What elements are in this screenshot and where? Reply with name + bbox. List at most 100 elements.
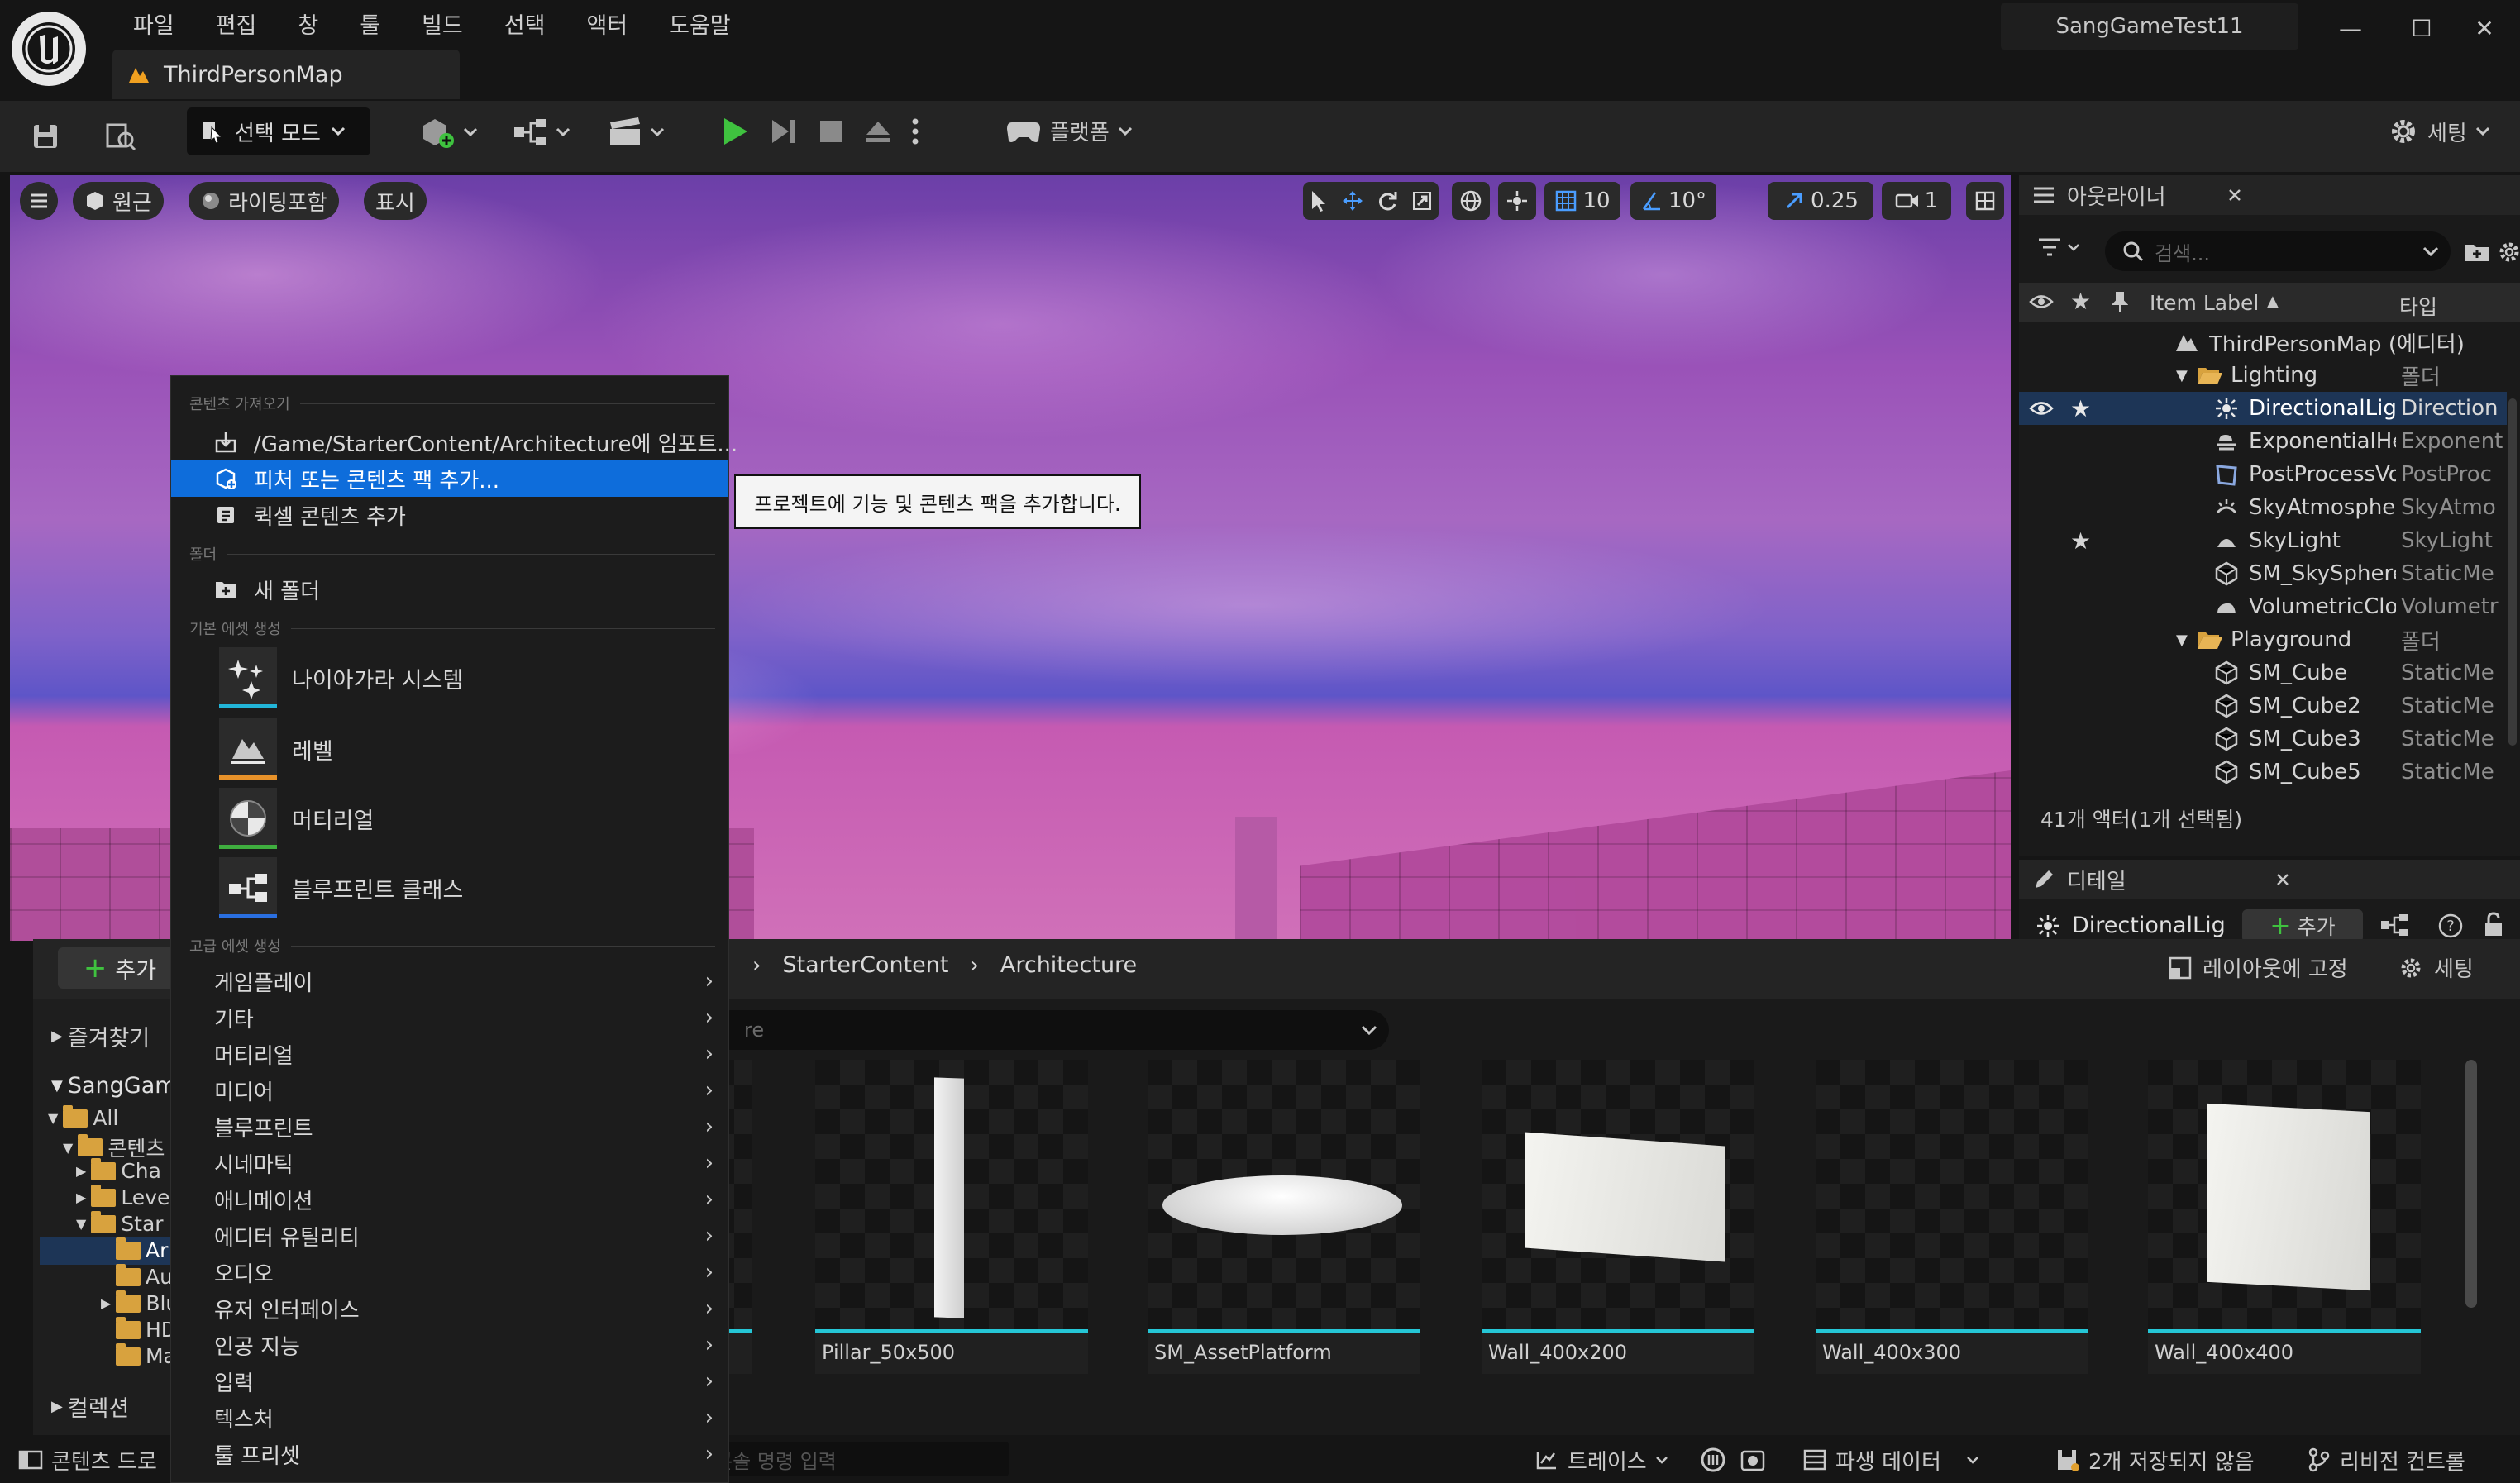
menu-actor[interactable]: 액터 <box>566 5 648 41</box>
save-icon[interactable] <box>25 112 66 160</box>
menu-item-level[interactable]: 레벨 <box>219 717 333 781</box>
menu-edit[interactable]: 편집 <box>195 5 278 41</box>
revision-control-button[interactable]: 리비전 컨트롤 <box>2307 1443 2465 1476</box>
outliner-row[interactable]: PostProcessVolume PostProc <box>2019 458 2507 491</box>
star-icon[interactable]: ★ <box>2070 395 2091 422</box>
star-icon[interactable]: ★ <box>2070 527 2091 555</box>
pin-icon[interactable] <box>2112 291 2128 314</box>
world-space-button[interactable] <box>1452 182 1490 220</box>
submenu-material[interactable]: 머티리얼 › <box>214 1036 718 1072</box>
frame-advance-icon[interactable] <box>769 115 799 148</box>
surface-snap-button[interactable] <box>1498 182 1536 220</box>
outliner-row-selected[interactable]: ★ DirectionalLight Direction <box>2019 392 2507 425</box>
tree-folder-selected[interactable]: Ar <box>116 1237 168 1262</box>
close-button[interactable]: ✕ <box>2449 5 2520 51</box>
column-item-label[interactable]: Item Label <box>2150 291 2259 315</box>
outliner-row[interactable]: SM_SkySphere StaticMe <box>2019 557 2507 590</box>
content-add-button[interactable]: + 추가 <box>58 947 182 989</box>
select-mode-dropdown[interactable]: 선택 모드 <box>187 107 370 155</box>
tree-content[interactable]: ▼ 콘텐츠 <box>63 1133 165 1162</box>
tree-folder[interactable]: ▶ Blu <box>101 1290 179 1315</box>
trace-button[interactable]: 트레이스 <box>1534 1443 1668 1476</box>
rotation-snap-button[interactable]: 10° <box>1630 182 1716 220</box>
outliner-row[interactable]: SkyAtmosphere SkyAtmo <box>2019 491 2507 524</box>
menu-item-blueprint-class[interactable]: 블루프린트 클래스 <box>219 856 463 920</box>
menu-build[interactable]: 빌드 <box>401 5 484 41</box>
outliner-row[interactable]: VolumetricCloud Volumetr <box>2019 590 2507 623</box>
content-search-input[interactable]: re <box>711 1010 1389 1050</box>
outliner-row-folder[interactable]: ▼ Playground 폴더 <box>2019 623 2507 656</box>
outliner-row[interactable]: SM_Cube StaticMe <box>2019 656 2507 689</box>
content-settings-button[interactable]: 세팅 <box>2398 952 2474 983</box>
asset-tile[interactable]: Wall_400x300 <box>1816 1060 2088 1374</box>
submenu-texture[interactable]: 텍스처 › <box>214 1400 718 1436</box>
platforms-button[interactable]: 플랫폼 <box>1005 116 1133 146</box>
tree-folder[interactable]: Au <box>116 1263 173 1289</box>
perspective-button[interactable]: 원근 <box>73 182 164 220</box>
translate-icon[interactable] <box>1341 189 1364 212</box>
tree-all[interactable]: ▼ All <box>48 1104 118 1130</box>
visibility-eye-icon[interactable] <box>2029 398 2054 419</box>
console-input[interactable]: 콘솔 명령 입력 <box>703 1442 1009 1476</box>
tree-folder[interactable]: ▶ Cha <box>76 1157 161 1183</box>
outliner-row-folder[interactable]: ▼ Lighting 폴더 <box>2019 359 2507 392</box>
expand-arrow-icon[interactable]: ▼ <box>2176 367 2188 384</box>
lock-icon[interactable] <box>2482 911 2505 937</box>
submenu-ai[interactable]: 인공 지능 › <box>214 1327 718 1363</box>
blueprint-icon[interactable] <box>2379 911 2409 939</box>
submenu-misc[interactable]: 기타 › <box>214 999 718 1036</box>
menu-item-niagara-system[interactable]: 나이아가라 시스템 <box>219 646 463 710</box>
outliner-scrollbar[interactable] <box>2508 398 2517 746</box>
star-icon[interactable]: ★ <box>2070 288 2091 315</box>
toolbar-settings-button[interactable]: 세팅 <box>2388 116 2490 147</box>
record-icon[interactable] <box>1740 1447 1766 1473</box>
derived-data-button[interactable]: 파생 데이터 <box>1802 1443 1979 1476</box>
breadcrumb-starter-content[interactable]: StarterContent <box>782 952 948 978</box>
menu-item-add-quixel[interactable]: 퀵셀 콘텐츠 추가 <box>171 497 728 533</box>
asset-tile[interactable]: SM_AssetPlatform <box>1148 1060 1420 1374</box>
menu-item-material[interactable]: 머티리얼 <box>219 786 374 851</box>
tree-folder[interactable]: ▶ Leve <box>76 1184 169 1209</box>
submenu-user-interface[interactable]: 유저 인터페이스 › <box>214 1290 718 1327</box>
tab-thirdpersonmap[interactable]: ThirdPersonMap <box>112 50 460 99</box>
gear-icon[interactable] <box>2497 240 2520 265</box>
browse-icon[interactable] <box>98 112 144 160</box>
eject-icon[interactable] <box>863 117 893 146</box>
outliner-search-input[interactable]: 검색... <box>2105 231 2451 271</box>
camera-speed-button[interactable]: 1 <box>1882 182 1951 220</box>
help-icon[interactable]: ? <box>2437 913 2464 939</box>
view-mode-button[interactable]: 라이팅포함 <box>189 182 339 220</box>
stop-icon[interactable] <box>817 117 845 145</box>
submenu-media[interactable]: 미디어 › <box>214 1072 718 1109</box>
expand-arrow-icon[interactable]: ▼ <box>2176 632 2188 649</box>
tree-folder[interactable]: ▼ Star <box>76 1210 164 1236</box>
submenu-editor-utility[interactable]: 에디터 유틸리티 › <box>214 1218 718 1254</box>
outliner-tab[interactable]: 아웃라이너 <box>2019 175 2520 215</box>
outliner-row[interactable]: SM_Cube2 StaticMe <box>2019 689 2507 722</box>
select-arrow-icon[interactable] <box>1309 189 1329 212</box>
lock-layout-button[interactable]: 레이아웃에 고정 <box>2168 952 2348 983</box>
outliner-filter-button[interactable] <box>2037 236 2080 258</box>
unreal-logo[interactable] <box>12 12 86 86</box>
viewport-menu-button[interactable] <box>20 182 58 220</box>
submenu-input[interactable]: 입력 › <box>214 1363 718 1400</box>
menu-item-import[interactable]: /Game/StarterContent/Architecture에 임포트..… <box>171 424 737 460</box>
layout-button[interactable] <box>1966 182 2004 220</box>
close-icon[interactable] <box>2227 188 2242 203</box>
submenu-blueprint[interactable]: 블루프린트 › <box>214 1109 718 1145</box>
outliner-row[interactable]: SM_Cube3 StaticMe <box>2019 722 2507 756</box>
visibility-eye-icon[interactable] <box>2029 291 2054 312</box>
maximize-button[interactable]: ☐ <box>2386 5 2457 51</box>
minimize-button[interactable]: — <box>2315 5 2386 51</box>
details-tab[interactable]: 디테일 <box>2019 860 2520 899</box>
submenu-animation[interactable]: 애니메이션 › <box>214 1181 718 1218</box>
blueprint-button[interactable] <box>513 116 570 149</box>
menu-file[interactable]: 파일 <box>112 5 195 41</box>
asset-tile[interactable]: Wall_400x400 <box>2148 1060 2421 1374</box>
unsaved-button[interactable]: 2개 저장되지 않음 <box>2055 1443 2255 1476</box>
favorites-section[interactable]: ▶ 즐겨찾기 <box>51 1020 150 1052</box>
collections-section[interactable]: ▶ 컬렉션 <box>51 1390 129 1423</box>
menu-tools[interactable]: 툴 <box>339 5 401 41</box>
breadcrumb-architecture[interactable]: Architecture <box>1000 952 1137 978</box>
submenu-gameplay[interactable]: 게임플레이 › <box>214 963 718 999</box>
